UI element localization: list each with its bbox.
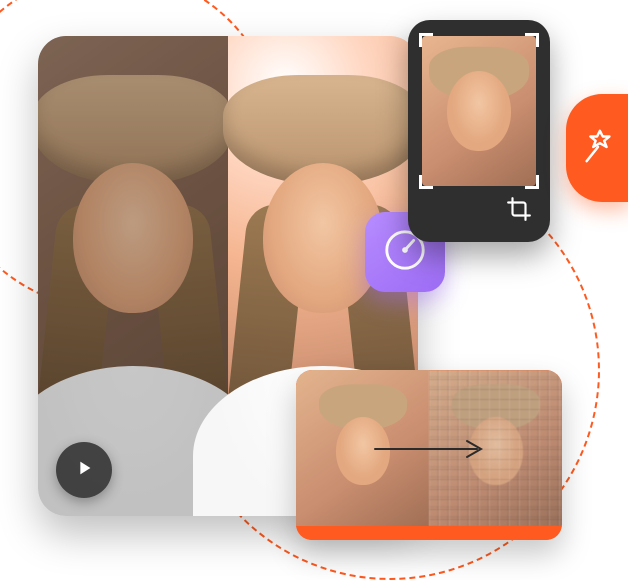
play-icon: [73, 457, 95, 483]
card-footer-bar: [296, 526, 562, 540]
play-button[interactable]: [56, 442, 112, 498]
crop-button[interactable]: [506, 196, 532, 226]
compress-original: [296, 370, 429, 526]
compress-comparison: [296, 370, 562, 526]
crop-handle-top-right[interactable]: [525, 33, 539, 47]
crop-icon: [506, 207, 532, 226]
compress-preview-card: [296, 370, 562, 540]
magic-wand-icon: [579, 127, 617, 169]
phone-preview-card: [408, 20, 550, 242]
illustration-face: [447, 71, 511, 151]
crop-handle-bottom-right[interactable]: [525, 175, 539, 189]
illustration-face: [336, 417, 390, 485]
crop-handle-bottom-left[interactable]: [419, 175, 433, 189]
illustration-face: [73, 163, 193, 313]
pixelation-overlay: [429, 370, 562, 526]
crop-selection-area[interactable]: [422, 36, 536, 186]
compress-pixelated: [429, 370, 562, 526]
ai-enhance-tab[interactable]: [566, 94, 628, 202]
crop-handle-top-left[interactable]: [419, 33, 433, 47]
